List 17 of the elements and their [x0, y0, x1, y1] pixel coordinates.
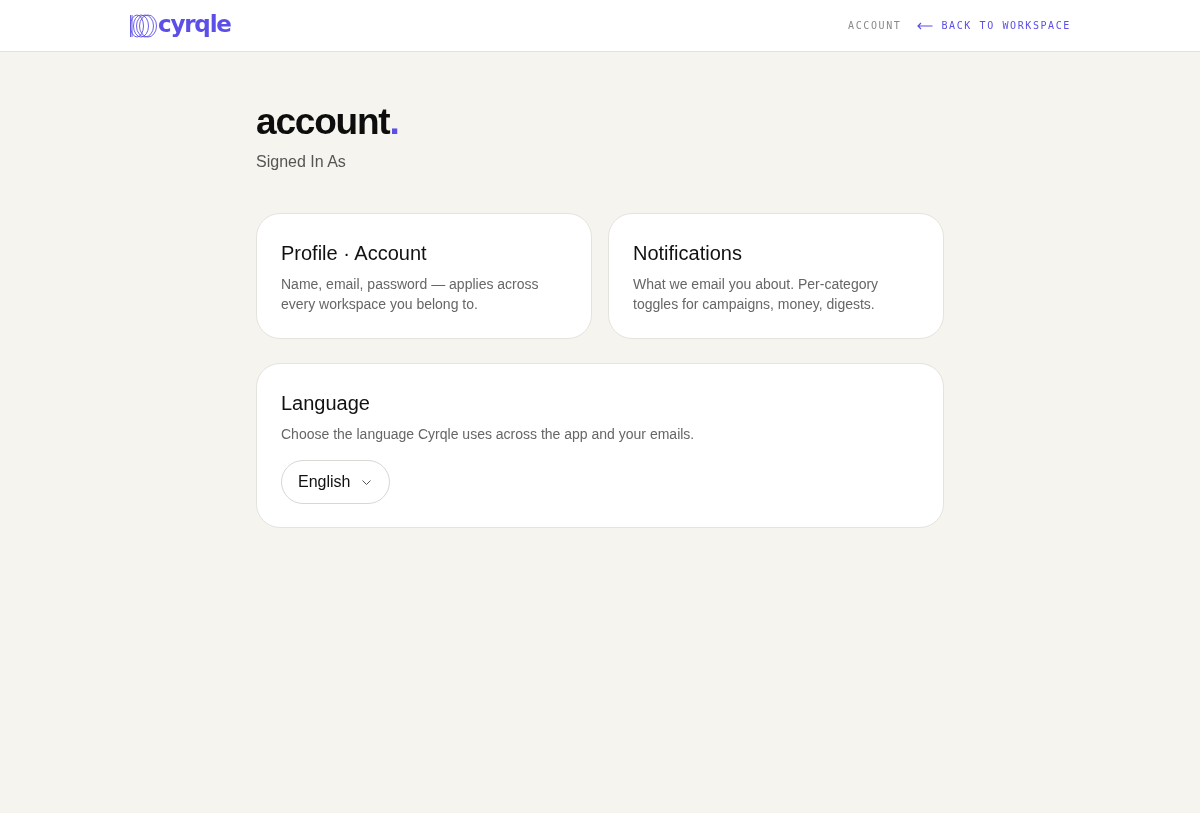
- rings-logo-icon: [129, 13, 157, 38]
- page-subtitle: Signed In As: [256, 153, 347, 171]
- logo[interactable]: cyrqle: [129, 13, 231, 38]
- card-title: Language: [281, 391, 371, 415]
- page-title: account.: [256, 101, 400, 143]
- card-title: Notifications: [633, 241, 743, 265]
- back-to-workspace-link[interactable]: BACK TO WORKSPACE: [917, 20, 1071, 31]
- language-select[interactable]: English: [281, 460, 391, 504]
- arrow-left-icon: [917, 21, 934, 30]
- chevron-down-icon: [362, 479, 372, 485]
- card-description: Name, email, password — applies across every workspace you belong to.: [281, 275, 540, 314]
- settings-card[interactable]: Profile · Account Name, email, password — applies across every workspace you belong to.: [256, 213, 592, 339]
- nav-current-label: ACCOUNT: [848, 20, 902, 31]
- settings-card[interactable]: Notifications What we email you about. Per-category toggles for campaigns, money, digests.: [608, 213, 944, 339]
- card-description: Choose the language Cyrqle uses across the app and your emails.: [281, 425, 696, 444]
- card-description: What we email you about. Per-category toggles for campaigns, money, digests.: [633, 275, 880, 314]
- card-title: Profile · Account: [281, 241, 428, 265]
